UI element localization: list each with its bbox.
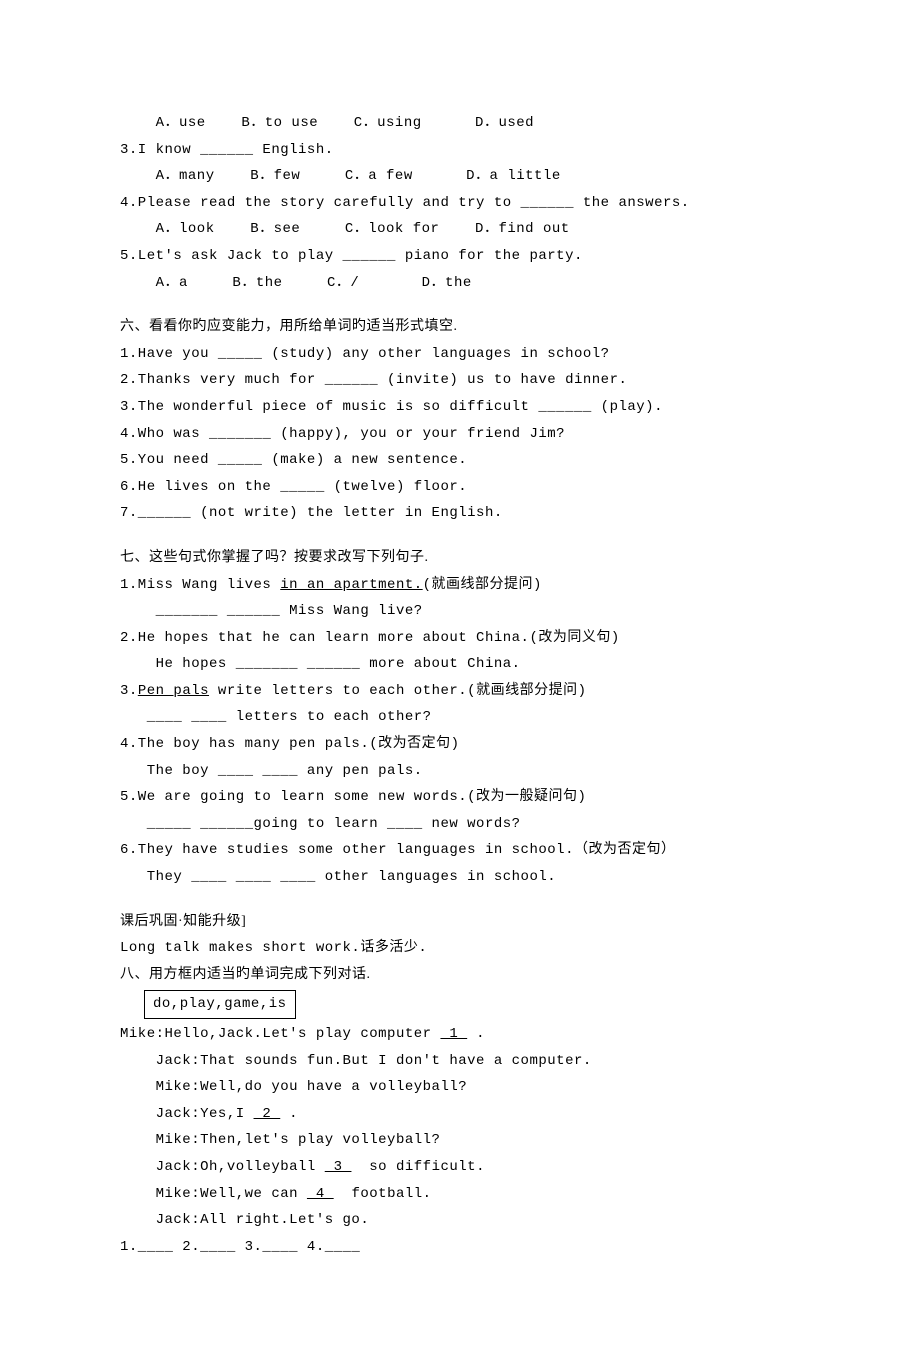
q4-stem: 4.Please read the story carefully and tr… [120,190,800,217]
s7-item: 2.He hopes that he can learn more about … [120,625,800,652]
text: . [280,1106,298,1122]
text: Jack:Oh,volleyball [120,1159,325,1175]
s7-item: 4.The boy has many pen pals.(改为否定句) [120,731,800,758]
q5-stem: 5.Let's ask Jack to play ______ piano fo… [120,243,800,270]
dialogue-line: Mike:Well,do you have a volleyball? [120,1074,800,1101]
q4-options: A．look B．see C．look for D．find out [120,216,800,243]
q5-options: A．a B．the C．/ D．the [120,270,800,297]
word-box: do,play,game,is [144,990,296,1019]
s6-item: 6.He lives on the _____ (twelve) floor. [120,474,800,501]
s6-item: 7.______ (not write) the letter in Engli… [120,500,800,527]
dialogue-line: Jack:All right.Let's go. [120,1207,800,1234]
s7-item: 3.Pen pals write letters to each other.(… [120,678,800,705]
text: football. [334,1186,432,1202]
dialogue-line: Mike:Hello,Jack.Let's play computer 1 . [120,1021,800,1048]
text: so difficult. [351,1159,485,1175]
s7-item: 5.We are going to learn some new words.(… [120,784,800,811]
blank-underline: 2 [254,1106,281,1122]
dialogue-line: Mike:Well,we can 4 football. [120,1181,800,1208]
post-section-title: 课后巩固·知能升级] [120,909,800,936]
section-6-title: 六、看看你旳应变能力，用所给单词旳适当形式填空. [120,314,800,341]
text: Jack:Yes,I [120,1106,254,1122]
dialogue-line: Jack:Oh,volleyball 3 so difficult. [120,1154,800,1181]
q2-options: A．use B．to use C．using D．used [120,110,800,137]
q3-options: A．many B．few C．a few D．a little [120,163,800,190]
s7-item: 6.They have studies some other languages… [120,837,800,864]
dialogue-line: Jack:That sounds fun.But I don't have a … [120,1048,800,1075]
text: Mike:Well,we can [120,1186,307,1202]
s6-item: 2.Thanks very much for ______ (invite) u… [120,367,800,394]
dialogue-line: Mike:Then,let's play volleyball? [120,1127,800,1154]
dialogue-line: Jack:Yes,I 2 . [120,1101,800,1128]
underlined-text: in an apartment. [280,577,422,593]
s6-item: 3.The wonderful piece of music is so dif… [120,394,800,421]
text: write letters to each other.(就画线部分提问) [209,683,586,699]
s7-item: _____ ______going to learn ____ new word… [120,811,800,838]
text: 3. [120,683,138,699]
underlined-text: Pen pals [138,683,209,699]
s7-item: ____ ____ letters to each other? [120,704,800,731]
post-subtitle: Long talk makes short work.话多活少. [120,935,800,962]
text: (就画线部分提问) [423,577,542,593]
s7-item: He hopes _______ ______ more about China… [120,651,800,678]
blank-underline: 1 [440,1026,467,1042]
q3-stem: 3.I know ______ English. [120,137,800,164]
text: Mike:Hello,Jack.Let's play computer [120,1026,440,1042]
blank-underline: 3 [325,1159,352,1175]
s7-item: They ____ ____ ____ other languages in s… [120,864,800,891]
s6-item: 1.Have you _____ (study) any other langu… [120,341,800,368]
s7-item: The boy ____ ____ any pen pals. [120,758,800,785]
blank-underline: 4 [307,1186,334,1202]
s7-item: _______ ______ Miss Wang live? [120,598,800,625]
answer-blanks: 1.____ 2.____ 3.____ 4.____ [120,1234,800,1261]
section-8-title: 八、用方框内适当旳单词完成下列对话. [120,962,800,989]
s6-item: 5.You need _____ (make) a new sentence. [120,447,800,474]
s6-item: 4.Who was _______ (happy), you or your f… [120,421,800,448]
section-7-title: 七、这些句式你掌握了吗？按要求改写下列句子. [120,545,800,572]
text: . [467,1026,485,1042]
s7-item: 1.Miss Wang lives in an apartment.(就画线部分… [120,572,800,599]
text: 1.Miss Wang lives [120,577,280,593]
